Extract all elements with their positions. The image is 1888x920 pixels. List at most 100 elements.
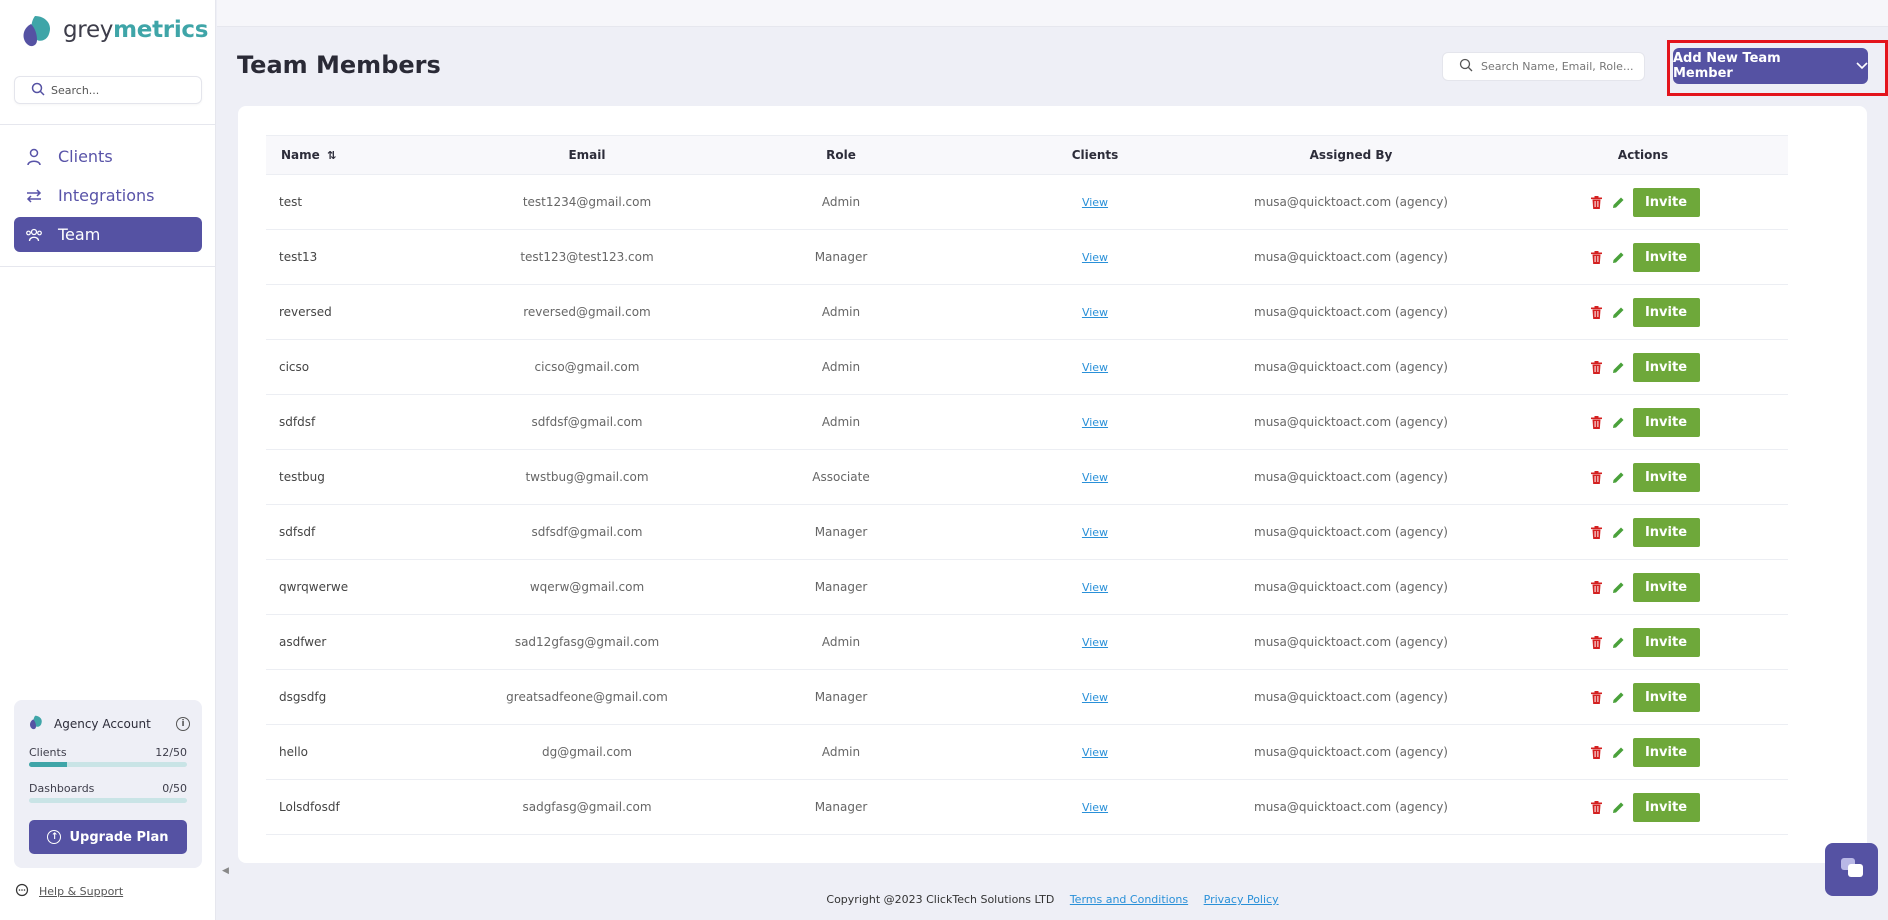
table-row: qwrqwerwe wqerw@gmail.com Manager View m… (266, 560, 1788, 615)
cell-role: Admin (821, 305, 861, 319)
cell-assigned-by: musa@quicktoact.com (agency) (1254, 195, 1448, 209)
logo[interactable]: greymetrics (19, 12, 208, 48)
cell-clients: View (986, 395, 1204, 450)
column-header-assigned-by: Assigned By (1309, 148, 1393, 162)
pencil-icon[interactable] (1609, 797, 1629, 817)
pencil-icon[interactable] (1609, 577, 1629, 597)
invite-button[interactable]: Invite (1632, 792, 1700, 822)
trash-icon[interactable] (1587, 247, 1607, 267)
user-icon (24, 147, 44, 167)
cell-actions: Invite (1498, 175, 1788, 230)
cell-actions: Invite (1498, 725, 1788, 780)
column-header-name[interactable]: Name ⇅ (266, 136, 478, 175)
dashboards-usage-label: Dashboards (29, 782, 95, 795)
view-clients-link[interactable]: View (1082, 691, 1108, 704)
view-clients-link[interactable]: View (1082, 361, 1108, 374)
row-actions: Invite (1498, 462, 1788, 492)
sidebar-item-team[interactable]: Team (14, 217, 202, 252)
cell-assigned-by: musa@quicktoact.com (agency) (1254, 580, 1448, 594)
sidebar-item-clients[interactable]: Clients (14, 139, 202, 174)
help-support-link[interactable]: Help & Support (15, 883, 123, 900)
chat-bubble-icon (1839, 856, 1865, 884)
pencil-icon[interactable] (1609, 302, 1629, 322)
view-clients-link[interactable]: View (1082, 636, 1108, 649)
pencil-icon[interactable] (1609, 467, 1629, 487)
trash-icon[interactable] (1587, 687, 1607, 707)
trash-icon[interactable] (1587, 302, 1607, 322)
table-row: Lolsdfosdf sadgfasg@gmail.com Manager Vi… (266, 780, 1788, 835)
pencil-icon[interactable] (1609, 412, 1629, 432)
trash-icon[interactable] (1587, 632, 1607, 652)
cell-role: Manager (814, 525, 868, 539)
cell-name: sdfsdf (279, 525, 316, 539)
chat-widget-button[interactable] (1825, 843, 1878, 896)
invite-button[interactable]: Invite (1632, 462, 1700, 492)
cell-clients: View (986, 230, 1204, 285)
cell-email: cicso@gmail.com (534, 360, 640, 374)
cell-email: sad12gfasg@gmail.com (514, 635, 660, 649)
trash-icon[interactable] (1587, 192, 1607, 212)
arrows-exchange-icon (24, 186, 44, 206)
sidebar-search-placeholder: Search... (51, 83, 100, 97)
view-clients-link[interactable]: View (1082, 581, 1108, 594)
cell-assigned-by: musa@quicktoact.com (agency) (1254, 525, 1448, 539)
cell-assigned-by: musa@quicktoact.com (agency) (1254, 470, 1448, 484)
add-team-member-button[interactable]: Add New Team Member (1673, 48, 1868, 84)
trash-icon[interactable] (1587, 797, 1607, 817)
invite-button[interactable]: Invite (1632, 297, 1700, 327)
view-clients-link[interactable]: View (1082, 471, 1108, 484)
trash-icon[interactable] (1587, 742, 1607, 762)
pencil-icon[interactable] (1609, 357, 1629, 377)
pencil-icon[interactable] (1609, 742, 1629, 762)
invite-button[interactable]: Invite (1632, 242, 1700, 272)
sidebar-search-input[interactable]: Search... (14, 76, 202, 104)
view-clients-link[interactable]: View (1082, 746, 1108, 759)
cell-email: sadgfasg@gmail.com (522, 800, 652, 814)
terms-link[interactable]: Terms and Conditions (1070, 893, 1188, 906)
sidebar-item-integrations[interactable]: Integrations (14, 178, 202, 213)
invite-button[interactable]: Invite (1632, 572, 1700, 602)
column-header-email: Email (568, 148, 606, 162)
view-clients-link[interactable]: View (1082, 801, 1108, 814)
view-clients-link[interactable]: View (1082, 196, 1108, 209)
invite-button[interactable]: Invite (1632, 407, 1700, 437)
pencil-icon[interactable] (1609, 192, 1629, 212)
team-search-input[interactable]: Search Name, Email, Role... (1442, 52, 1645, 81)
cell-email: greatsadfeone@gmail.com (506, 690, 668, 704)
invite-button[interactable]: Invite (1632, 627, 1700, 657)
trash-icon[interactable] (1587, 467, 1607, 487)
invite-button[interactable]: Invite (1632, 187, 1700, 217)
row-actions: Invite (1498, 297, 1788, 327)
invite-button[interactable]: Invite (1632, 682, 1700, 712)
view-clients-link[interactable]: View (1082, 306, 1108, 319)
pencil-icon[interactable] (1609, 522, 1629, 542)
plan-card: Agency Account i Clients 12/50 Dashboard… (14, 700, 202, 868)
view-clients-link[interactable]: View (1082, 526, 1108, 539)
cell-actions: Invite (1498, 230, 1788, 285)
view-clients-link[interactable]: View (1082, 416, 1108, 429)
plan-title: Agency Account (54, 716, 151, 731)
collapse-sidebar-icon[interactable]: ◀ (222, 866, 229, 876)
privacy-link[interactable]: Privacy Policy (1204, 893, 1279, 906)
cell-name: Lolsdfosdf (279, 800, 340, 814)
sort-icon[interactable]: ⇅ (327, 149, 336, 162)
invite-button[interactable]: Invite (1632, 737, 1700, 767)
trash-icon[interactable] (1587, 522, 1607, 542)
cell-role: Associate (812, 470, 870, 484)
trash-icon[interactable] (1587, 412, 1607, 432)
upgrade-plan-button[interactable]: ↑ Upgrade Plan (29, 820, 187, 854)
pencil-icon[interactable] (1609, 687, 1629, 707)
column-header-role: Role (826, 148, 856, 162)
view-clients-link[interactable]: View (1082, 251, 1108, 264)
pencil-icon[interactable] (1609, 632, 1629, 652)
invite-button[interactable]: Invite (1632, 517, 1700, 547)
pencil-icon[interactable] (1609, 247, 1629, 267)
trash-icon[interactable] (1587, 577, 1607, 597)
table-row: hello dg@gmail.com Admin View musa@quick… (266, 725, 1788, 780)
trash-icon[interactable] (1587, 357, 1607, 377)
invite-button[interactable]: Invite (1632, 352, 1700, 382)
info-icon[interactable]: i (176, 716, 190, 731)
cell-clients: View (986, 340, 1204, 395)
cell-clients: View (986, 175, 1204, 230)
sidebar: greymetrics Search... Clients Integratio… (0, 0, 216, 920)
